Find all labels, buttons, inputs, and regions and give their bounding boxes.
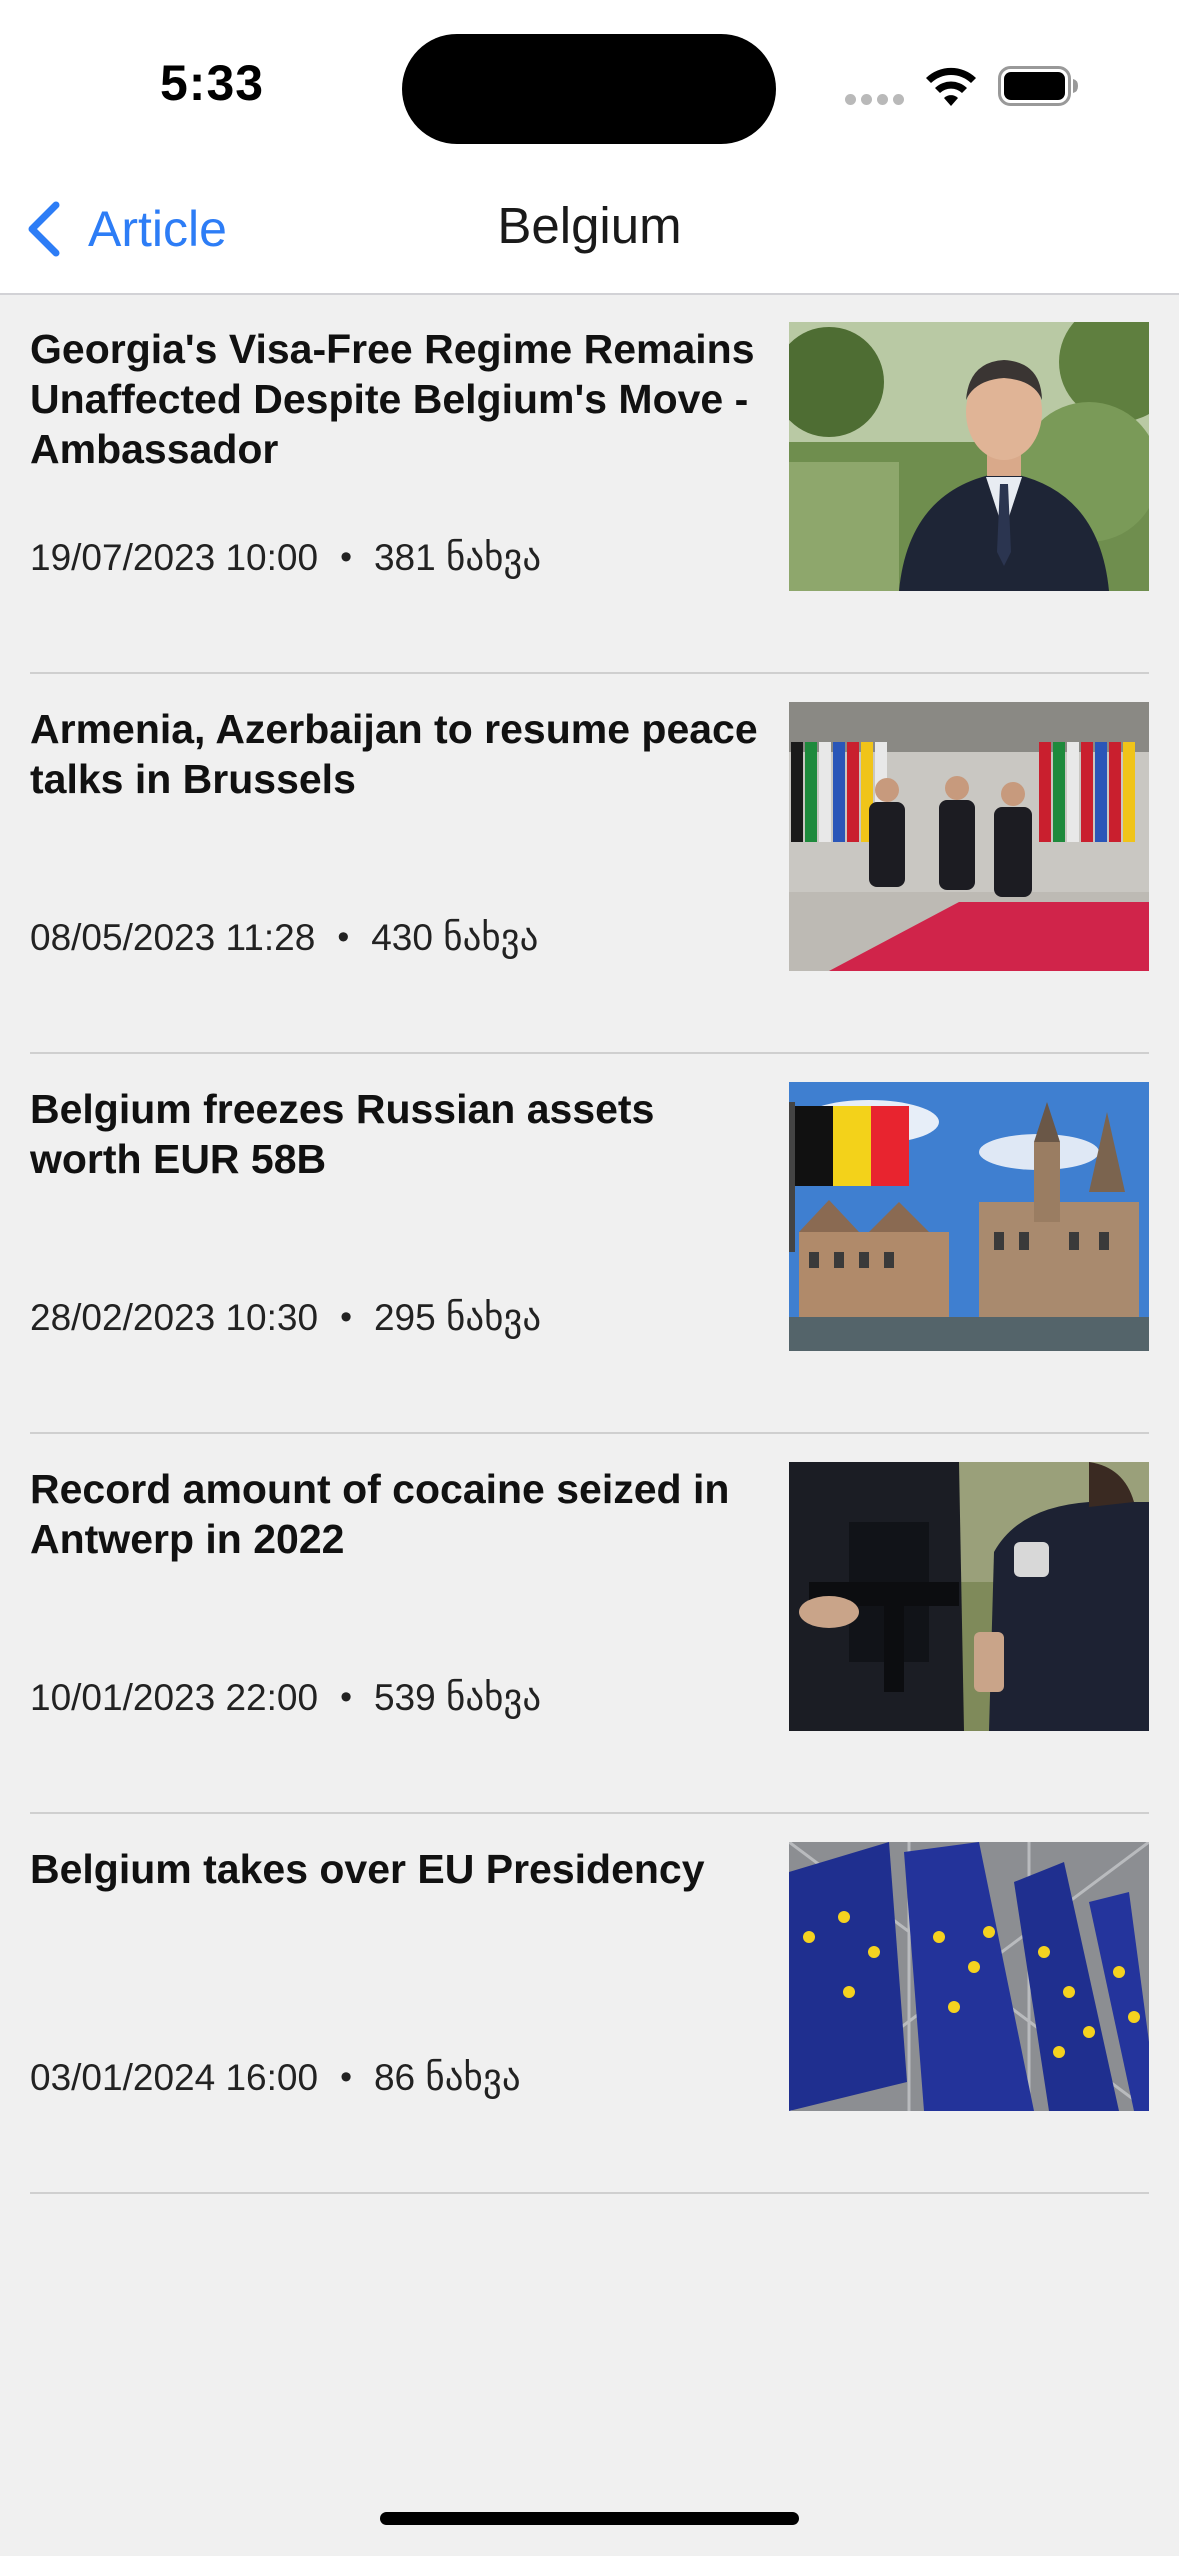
separator-dot: • [340, 1298, 352, 1336]
article-views: 539 ნახვა [373, 1677, 542, 1718]
home-indicator[interactable] [380, 2512, 799, 2525]
article-thumbnail [789, 1842, 1149, 2111]
article-thumbnail [789, 702, 1149, 971]
article-thumbnail [789, 1082, 1149, 1351]
divider [30, 2192, 1149, 2194]
separator-dot: • [337, 918, 350, 956]
separator-dot: • [340, 2058, 352, 2096]
article-meta: 19/07/2023 10:00 • 381 ნახვა [30, 536, 541, 579]
article-views: 295 ნახვა [373, 1297, 542, 1338]
status-time: 5:33 [160, 55, 265, 111]
article-list: Georgia's Visa-Free Regime Remains Unaff… [0, 294, 1179, 2194]
cellular-signal-icon [845, 94, 905, 108]
separator-dot: • [340, 1678, 352, 1716]
article-item[interactable]: Armenia, Azerbaijan to resume peace talk… [0, 674, 1179, 1054]
article-date: 03/01/2024 16:00 [30, 2056, 319, 2098]
battery-icon [998, 66, 1078, 106]
article-title: Record amount of cocaine seized in Antwe… [30, 1466, 730, 1562]
article-date: 08/05/2023 11:28 [30, 916, 316, 958]
article-title: Belgium freezes Russian assets worth EUR… [30, 1086, 655, 1182]
eu-flags-photo [789, 1842, 1149, 2111]
article-title: Armenia, Azerbaijan to resume peace talk… [30, 706, 758, 802]
leaders-walking-flags-photo [789, 702, 1149, 971]
article-title: Belgium takes over EU Presidency [30, 1846, 705, 1892]
wifi-icon [926, 67, 976, 106]
article-item[interactable]: Georgia's Visa-Free Regime Remains Unaff… [0, 294, 1179, 674]
status-bar: 5:33 [0, 0, 1179, 170]
article-meta: 08/05/2023 11:28 • 430 ნახვა [30, 916, 538, 959]
article-views: 430 ნახვა [371, 917, 539, 958]
article-item[interactable]: Belgium freezes Russian assets worth EUR… [0, 1054, 1179, 1434]
man-in-suit-photo [789, 322, 1149, 591]
chevron-left-icon [28, 201, 60, 257]
article-thumbnail [789, 322, 1149, 591]
article-views: 86 ნახვა [373, 2057, 521, 2098]
article-meta: 10/01/2023 22:00 • 539 ნახვა [30, 1676, 541, 1719]
back-button[interactable]: Article [24, 194, 227, 264]
article-date: 28/02/2023 10:30 [30, 1296, 319, 1338]
article-date: 10/01/2023 22:00 [30, 1676, 319, 1718]
dynamic-island [402, 34, 776, 144]
article-title: Georgia's Visa-Free Regime Remains Unaff… [30, 326, 755, 472]
article-views: 381 ნახვა [373, 537, 542, 578]
article-item[interactable]: Record amount of cocaine seized in Antwe… [0, 1434, 1179, 1814]
separator-dot: • [340, 538, 352, 576]
article-date: 19/07/2023 10:00 [30, 536, 319, 578]
article-item[interactable]: Belgium takes over EU Presidency 03/01/2… [0, 1814, 1179, 2194]
navigation-bar: Article Belgium [0, 170, 1179, 295]
back-button-label: Article [88, 201, 227, 257]
article-meta: 28/02/2023 10:30 • 295 ნახვა [30, 1296, 541, 1339]
article-thumbnail [789, 1462, 1149, 1731]
article-meta: 03/01/2024 16:00 • 86 ნახვა [30, 2056, 521, 2099]
police-officers-photo [789, 1462, 1149, 1731]
belgian-flag-city-photo [789, 1082, 1149, 1351]
